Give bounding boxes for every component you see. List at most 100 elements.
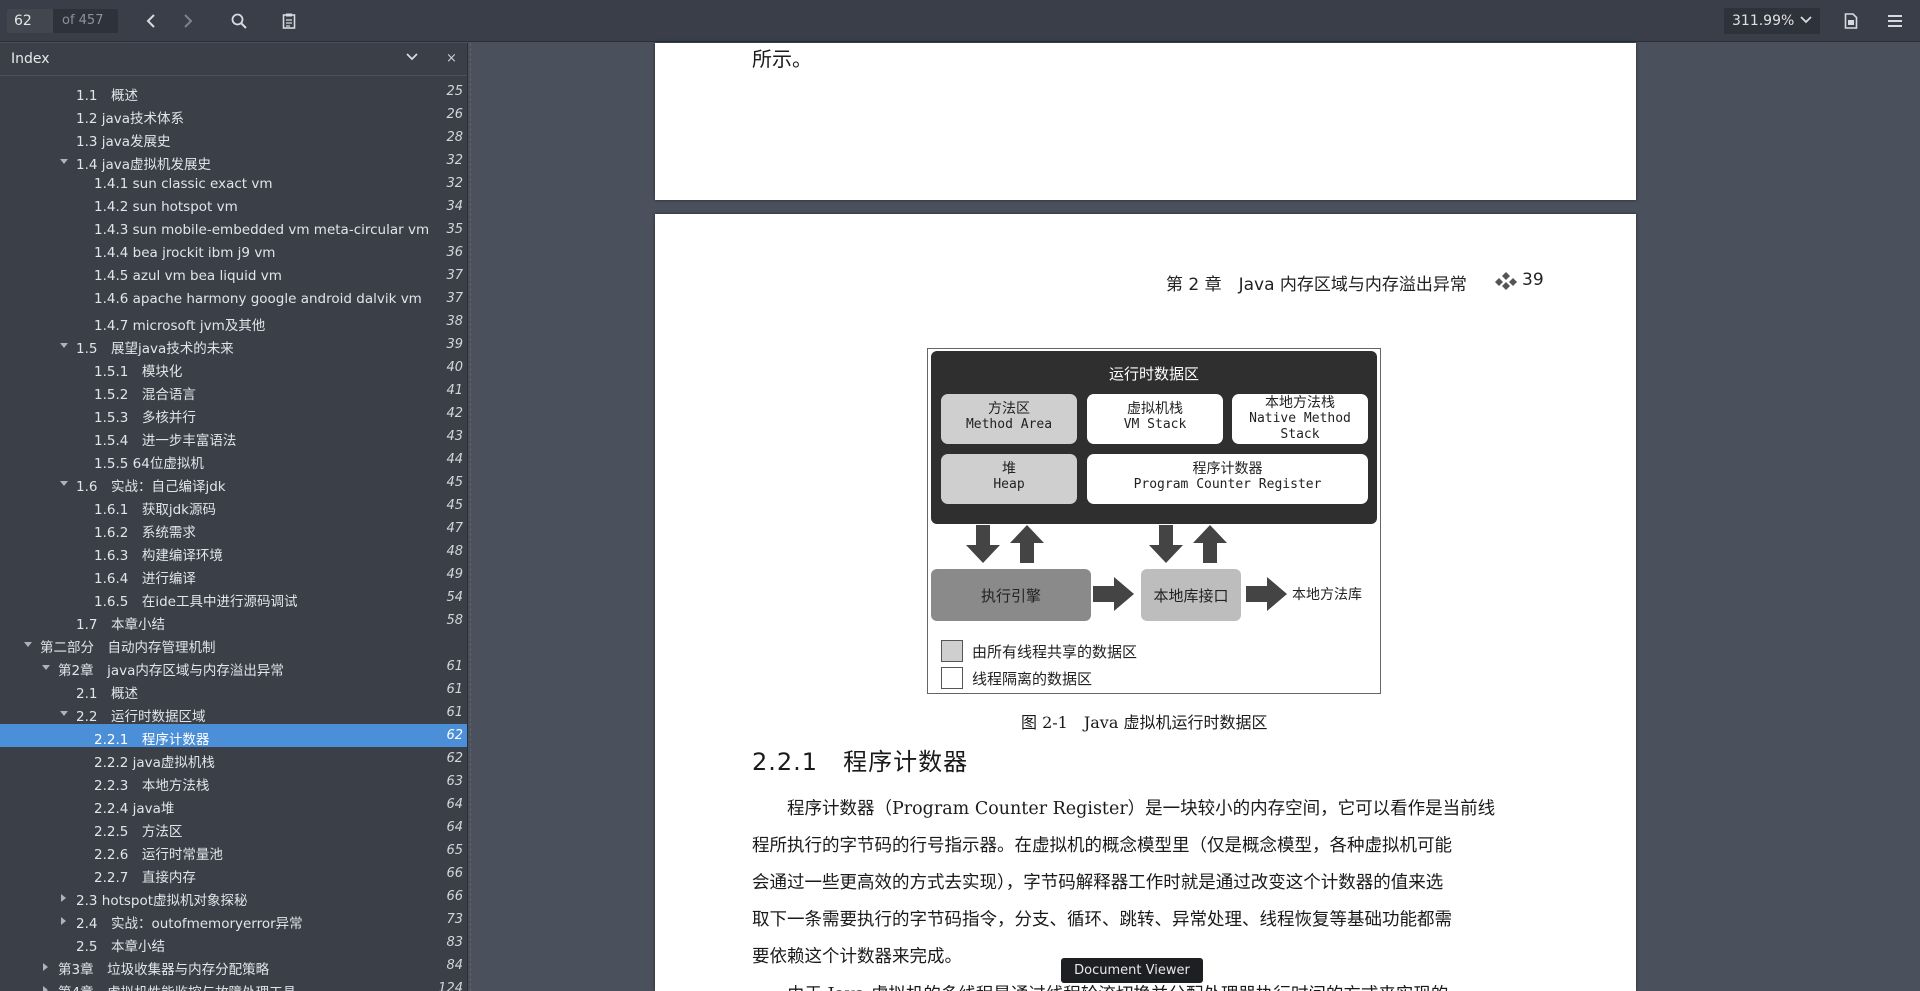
toc-item-page: 37 [446, 291, 463, 306]
menu-icon [1888, 15, 1902, 27]
toc-item[interactable]: 2.1 概述 61 [0, 678, 467, 702]
toc-item[interactable]: 2.2.1 程序计数器 62 [0, 724, 467, 748]
toc-item-page: 48 [446, 544, 463, 559]
toc-item-label: 1.4.3 sun mobile-embedded vm meta-circul… [94, 222, 430, 238]
toc-item-page: 32 [446, 153, 463, 168]
toc-item-label: 2.4 实战：outofmemoryerror异常 [76, 916, 303, 932]
toc-item[interactable]: 1.1 概述 25 [0, 80, 467, 104]
next-page-button[interactable] [175, 9, 201, 33]
document-viewer-app: of 457 311.99% Index × 1.1 [0, 0, 1920, 991]
toc-item[interactable]: 1.5.5 64位虚拟机 44 [0, 448, 467, 472]
toc-item[interactable]: 2.2.5 方法区 64 [0, 816, 467, 840]
arrow-down-right [1149, 525, 1183, 563]
toc-item-label: 1.5.3 多核并行 [94, 410, 196, 426]
toc-item[interactable]: 1.6.2 系统需求 47 [0, 517, 467, 541]
expander-open-icon[interactable] [59, 709, 69, 719]
toc-item-label: 1.4.5 azul vm bea liquid vm [94, 268, 282, 284]
expander-open-icon[interactable] [59, 341, 69, 351]
toc-item-page: 49 [446, 567, 463, 582]
document-page-current: 第 2 章 Java 内存区域与内存溢出异常 39 运行时数据区 方法区 Met… [655, 214, 1636, 991]
page-number-input[interactable] [7, 9, 53, 33]
toc-item-page: 124 [438, 981, 463, 991]
close-icon[interactable]: × [446, 51, 457, 66]
toc-item[interactable]: 1.4.5 azul vm bea liquid vm 37 [0, 264, 467, 287]
toc-item[interactable]: 第4章 虚拟机性能监控与故障处理工具 124 [0, 977, 467, 991]
execution-engine-box: 执行引擎 [931, 569, 1091, 621]
toc-item-page: 28 [446, 130, 463, 145]
toc-item[interactable]: 1.6.1 获取jdk源码 45 [0, 494, 467, 518]
menu-button[interactable] [1882, 9, 1908, 33]
toc-item[interactable]: 1.4 java虚拟机发展史 32 [0, 149, 467, 173]
toc-item[interactable]: 2.2.4 java堆 64 [0, 793, 467, 817]
toc-item-label: 1.5.5 64位虚拟机 [94, 456, 204, 472]
toc-item[interactable]: 1.5.1 模块化 40 [0, 356, 467, 380]
expander-closed-icon[interactable] [59, 916, 69, 926]
toc-item[interactable]: 2.4 实战：outofmemoryerror异常 73 [0, 908, 467, 932]
chevron-left-icon [146, 14, 155, 28]
toc-item[interactable]: 第2章 java内存区域与内存溢出异常 61 [0, 655, 467, 679]
toc-item-label: 1.5 展望java技术的未来 [76, 341, 234, 357]
toc-item[interactable]: 第二部分 自动内存管理机制 [0, 632, 467, 656]
toc-item-page: 41 [446, 383, 463, 398]
toc-item-label: 1.1 概述 [76, 88, 138, 104]
toc-item[interactable]: 1.7 本章小结 58 [0, 609, 467, 633]
arrow-up-left [1010, 525, 1044, 563]
toc-item[interactable]: 2.5 本章小结 83 [0, 931, 467, 955]
toc-item[interactable]: 1.4.4 bea jrockit ibm j9 vm 36 [0, 241, 467, 264]
expander-open-icon[interactable] [59, 157, 69, 167]
toc-item[interactable]: 1.4.1 sun classic exact vm 32 [0, 172, 467, 195]
expander-open-icon[interactable] [59, 479, 69, 489]
toc-item[interactable]: 1.5.2 混合语言 41 [0, 379, 467, 403]
toc-item[interactable]: 1.4.2 sun hotspot vm 34 [0, 195, 467, 218]
toc-item[interactable]: 1.2 java技术体系 26 [0, 103, 467, 127]
toc-item-label: 第2章 java内存区域与内存溢出异常 [58, 663, 284, 679]
chevron-down-icon[interactable] [406, 53, 418, 61]
toc-item[interactable]: 1.6.4 进行编译 49 [0, 563, 467, 587]
expander-open-icon[interactable] [23, 640, 33, 650]
toc-item-page: 45 [446, 498, 463, 513]
toc-item[interactable]: 2.2.7 直接内存 66 [0, 862, 467, 886]
toc-item-label: 第3章 垃圾收集器与内存分配策略 [58, 962, 270, 978]
expander-closed-icon[interactable] [59, 893, 69, 903]
toc-item-label: 2.5 本章小结 [76, 939, 165, 955]
toc-item[interactable]: 2.3 hotspot虚拟机对象探秘 66 [0, 885, 467, 909]
toc-item-page: 47 [446, 521, 463, 536]
paragraph-line: 会通过一些更高效的方式去实现），字节码解释器工作时就是通过改变这个计数器的值来选 [752, 873, 1444, 893]
toc-item[interactable]: 1.5 展望java技术的未来 39 [0, 333, 467, 357]
toc-item[interactable]: 1.4.3 sun mobile-embedded vm meta-circul… [0, 218, 467, 241]
toc-item[interactable]: 1.3 java发展史 28 [0, 126, 467, 150]
arrow-interface-to-library [1246, 577, 1287, 611]
legend-shared-label: 由所有线程共享的数据区 [972, 643, 1138, 661]
toc-item-label: 1.4 java虚拟机发展史 [76, 157, 212, 173]
toc-item[interactable]: 1.4.7 microsoft jvm及其他 38 [0, 310, 467, 334]
expander-open-icon[interactable] [41, 663, 51, 673]
toc-item[interactable]: 1.6 实战：自己编译jdk 45 [0, 471, 467, 495]
search-button[interactable] [226, 9, 252, 33]
page-navigator: of 457 [7, 9, 118, 33]
ornament-icon [1495, 272, 1517, 290]
sidebar-resize-handle[interactable] [470, 43, 471, 991]
previous-page-button[interactable] [138, 9, 164, 33]
annotations-button[interactable] [276, 9, 302, 33]
document-properties-button[interactable] [1838, 9, 1864, 33]
toc-item-label: 2.2.3 本地方法栈 [94, 778, 210, 794]
expander-closed-icon[interactable] [41, 962, 51, 972]
toc-item[interactable]: 1.4.6 apache harmony google android dalv… [0, 287, 467, 310]
toc-item-label: 2.1 概述 [76, 686, 138, 702]
toc-item[interactable]: 2.2.2 java虚拟机栈 62 [0, 747, 467, 771]
toc-item[interactable]: 1.6.5 在ide工具中进行源码调试 54 [0, 586, 467, 610]
search-icon [231, 13, 247, 29]
toc-item[interactable]: 第3章 垃圾收集器与内存分配策略 84 [0, 954, 467, 978]
toc-item[interactable]: 1.5.3 多核并行 42 [0, 402, 467, 426]
toc-item[interactable]: 1.6.3 构建编译环境 48 [0, 540, 467, 564]
arrow-down-left [966, 525, 1000, 563]
toc-item[interactable]: 2.2 运行时数据区域 61 [0, 701, 467, 725]
toc-item[interactable]: 2.2.3 本地方法栈 63 [0, 770, 467, 794]
toc-item-page: 62 [446, 751, 463, 766]
legend-private-swatch [941, 667, 963, 689]
toc-item[interactable]: 1.5.4 进一步丰富语法 43 [0, 425, 467, 449]
toc-item-label: 1.6.1 获取jdk源码 [94, 502, 216, 518]
toc-item[interactable]: 2.2.6 运行时常量池 65 [0, 839, 467, 863]
expander-closed-icon[interactable] [41, 985, 51, 991]
zoom-select[interactable]: 311.99% [1724, 8, 1820, 34]
